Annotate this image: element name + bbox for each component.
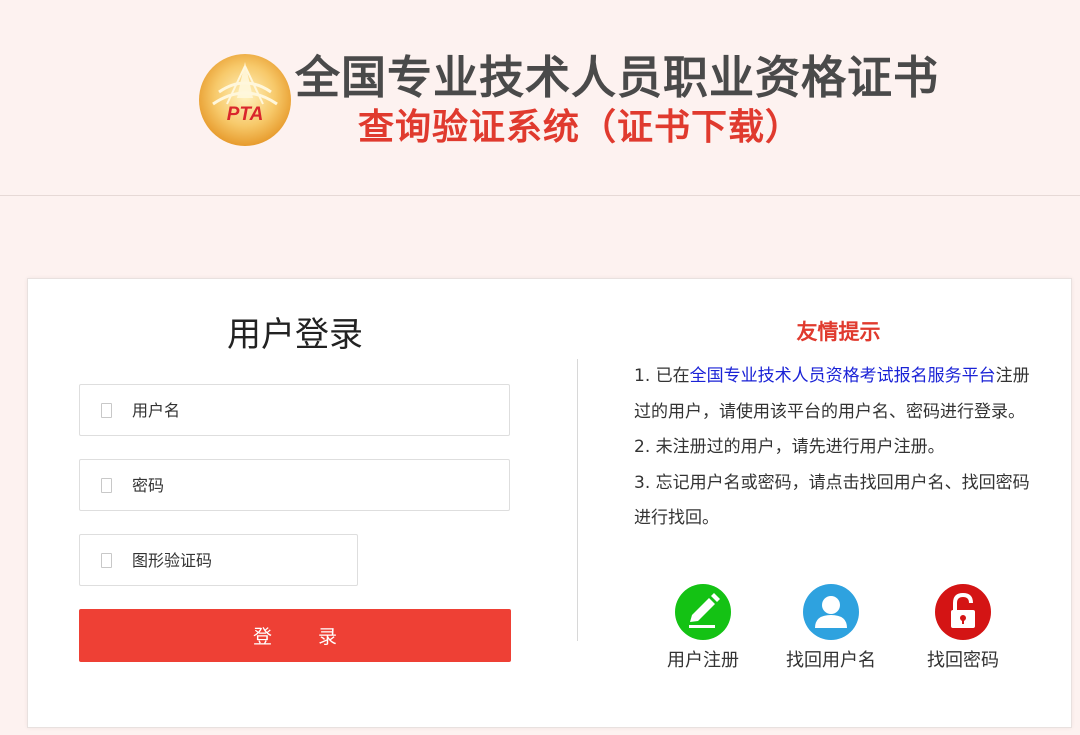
captcha-field-icon xyxy=(101,553,112,568)
pencil-icon[interactable] xyxy=(675,584,731,640)
exam-platform-link[interactable]: 全国专业技术人员资格考试报名服务平台 xyxy=(690,366,996,386)
find-username-label[interactable]: 找回用户名 xyxy=(778,646,884,672)
login-button[interactable]: 登 录 xyxy=(79,609,511,662)
find-password-label[interactable]: 找回密码 xyxy=(918,646,1008,672)
password-input[interactable] xyxy=(132,460,492,510)
find-password-action[interactable]: 找回密码 xyxy=(918,584,1008,672)
page-header: PTA 全国专业技术人员职业资格证书 查询验证系统（证书下载） xyxy=(0,0,1080,196)
username-input[interactable] xyxy=(132,385,492,435)
tip-line-3: 3. 忘记用户名或密码，请点击找回用户名、找回密码进行找回。 xyxy=(634,472,1030,529)
site-title: 全国专业技术人员职业资格证书 xyxy=(295,51,940,104)
password-field-icon xyxy=(101,478,112,493)
password-field xyxy=(79,459,510,511)
tips-title: 友情提示 xyxy=(796,320,881,344)
login-title: 用户登录 xyxy=(227,315,363,355)
tip-line-2: 2. 未注册过的用户，请先进行用户注册。 xyxy=(634,437,945,457)
tip-line-1: 1. 已在全国专业技术人员资格考试报名服务平台注册过的用户，请使用该平台的用户名… xyxy=(634,366,1030,422)
register-action[interactable]: 用户注册 xyxy=(658,584,748,672)
vertical-divider xyxy=(577,359,578,641)
pta-logo: PTA xyxy=(197,52,293,148)
site-subtitle: 查询验证系统（证书下载） xyxy=(358,107,803,148)
svg-text:PTA: PTA xyxy=(227,104,264,125)
captcha-field xyxy=(79,534,358,586)
user-field-icon xyxy=(101,403,112,418)
username-field xyxy=(79,384,510,436)
captcha-input[interactable] xyxy=(132,535,342,585)
lock-icon[interactable] xyxy=(935,584,991,640)
find-username-action[interactable]: 找回用户名 xyxy=(778,584,884,672)
tips-content: 1. 已在全国专业技术人员资格考试报名服务平台注册过的用户，请使用该平台的用户名… xyxy=(634,359,1044,537)
register-label[interactable]: 用户注册 xyxy=(658,646,748,672)
user-icon[interactable] xyxy=(803,584,859,640)
login-panel: 用户登录 登 录 友情提示 1. 已在全国专业技术人员资格考试报名服务平台注册过… xyxy=(27,278,1072,728)
